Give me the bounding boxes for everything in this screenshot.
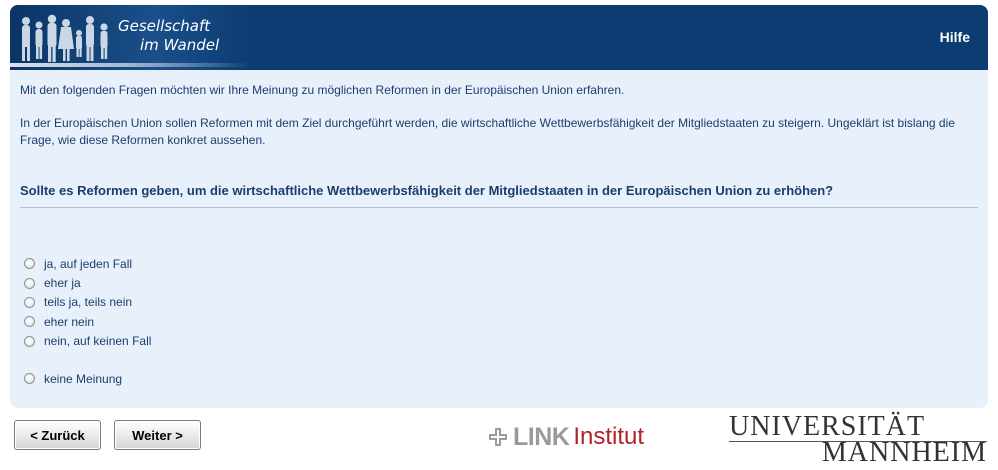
radio-button[interactable] xyxy=(24,373,35,385)
logo-line-1: Gesellschaft xyxy=(118,17,211,35)
next-button[interactable]: Weiter > xyxy=(114,420,201,450)
link-institut-logo: LINK Institut xyxy=(488,423,644,451)
gesellschaft-im-wandel-logo: Gesellschaft im Wandel xyxy=(10,5,250,70)
header-bar: Gesellschaft im Wandel Hilfe xyxy=(10,5,988,70)
option-label: keine Meinung xyxy=(44,371,123,386)
intro-paragraph-2: In der Europäischen Union sollen Reforme… xyxy=(20,116,955,147)
option-nein-auf-keinen-fall[interactable]: nein, auf keinen Fall xyxy=(24,332,151,351)
radio-button[interactable] xyxy=(24,277,35,289)
radio-button[interactable] xyxy=(24,296,35,308)
radio-button[interactable] xyxy=(24,316,35,328)
radio-button[interactable] xyxy=(24,258,35,270)
people-silhouettes-icon xyxy=(22,14,108,62)
option-label: eher ja xyxy=(44,276,81,291)
option-teils-ja-teils-nein[interactable]: teils ja, teils nein xyxy=(24,293,151,312)
link-logo-text: LINK xyxy=(513,422,570,451)
option-ja-auf-jeden-fall[interactable]: ja, auf jeden Fall xyxy=(24,254,151,273)
option-label: nein, auf keinen Fall xyxy=(44,334,152,349)
question-text: Sollte es Reformen geben, um die wirtsch… xyxy=(20,183,978,208)
intro-text: Mit den folgenden Fragen möchten wir Ihr… xyxy=(20,82,978,165)
option-label: teils ja, teils nein xyxy=(44,295,133,310)
help-link[interactable]: Hilfe xyxy=(940,29,970,45)
radio-button[interactable] xyxy=(24,335,35,347)
logo-text: Gesellschaft im Wandel xyxy=(118,17,219,55)
survey-panel: Mit den folgenden Fragen möchten wir Ihr… xyxy=(10,70,988,408)
option-keine-meinung[interactable]: keine Meinung xyxy=(24,369,151,388)
uni-logo-line-2: MANNHEIM xyxy=(821,437,987,468)
link-cross-icon xyxy=(489,428,507,446)
option-eher-ja[interactable]: eher ja xyxy=(24,273,151,292)
institut-logo-text: Institut xyxy=(573,423,645,450)
intro-paragraph-1: Mit den folgenden Fragen möchten wir Ihr… xyxy=(20,83,625,97)
logo-swoosh xyxy=(10,63,250,67)
universitaet-mannheim-logo: UNIVERSITÄT MANNHEIM xyxy=(729,412,987,468)
logo-line-2: im Wandel xyxy=(140,36,220,54)
option-label: ja, auf jeden Fall xyxy=(44,256,133,271)
option-label: eher nein xyxy=(44,314,95,329)
option-eher-nein[interactable]: eher nein xyxy=(24,312,151,331)
back-button[interactable]: < Zurück xyxy=(14,420,101,450)
answer-options: ja, auf jeden Fall eher ja teils ja, tei… xyxy=(24,254,151,388)
